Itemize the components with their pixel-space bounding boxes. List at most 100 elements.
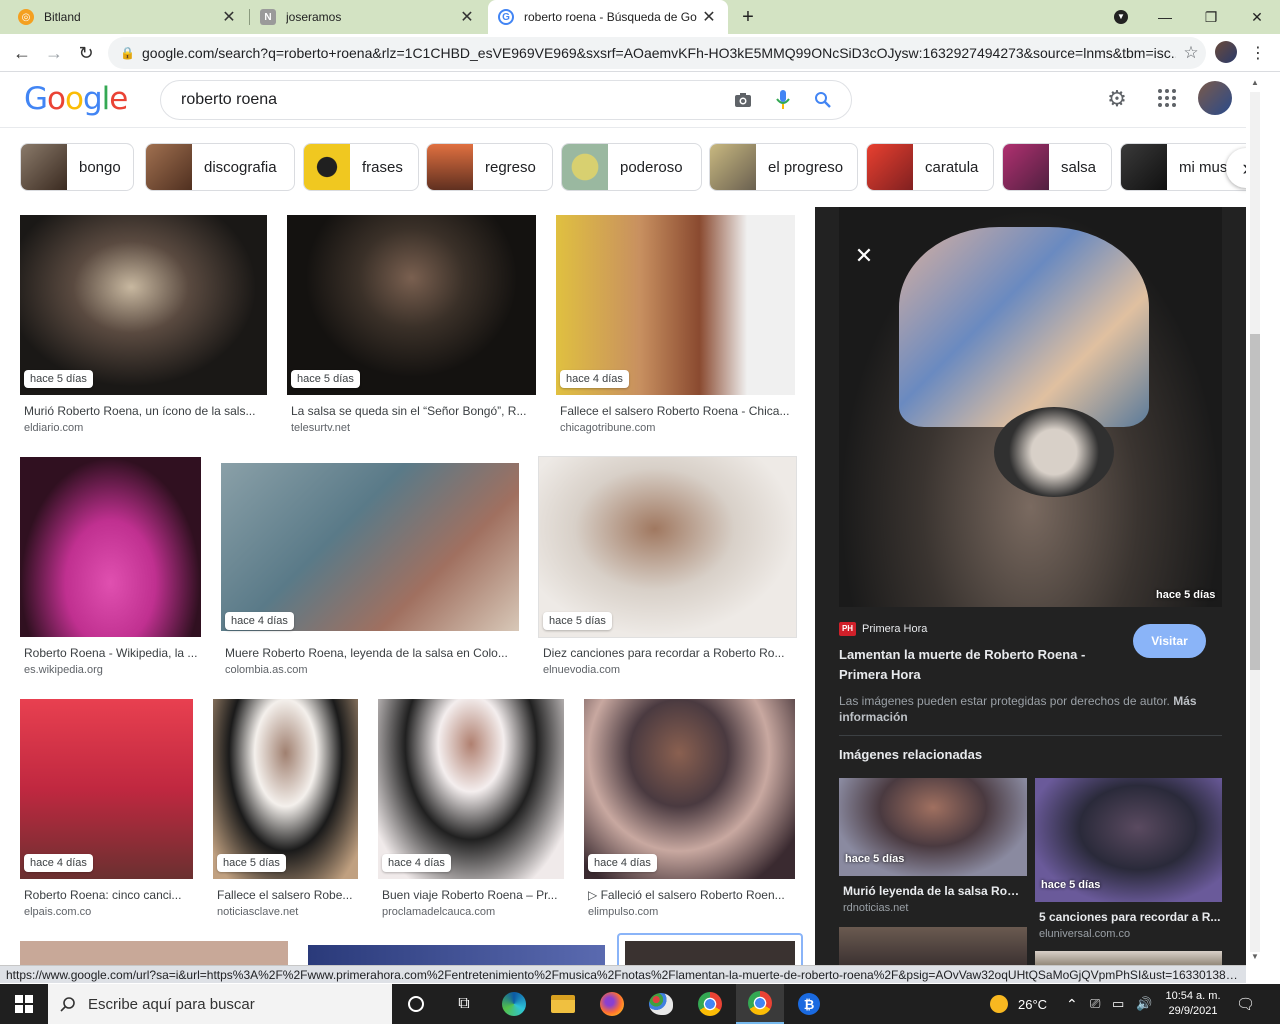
task-view-icon[interactable]: ⧉: [440, 984, 488, 1024]
network-icon[interactable]: ▭: [1112, 984, 1124, 1024]
chip-el-progreso[interactable]: el progreso: [709, 143, 858, 191]
result-title[interactable]: Diez canciones para recordar a Roberto R…: [543, 646, 793, 660]
result-image[interactable]: [20, 699, 193, 879]
result-image[interactable]: [584, 699, 795, 879]
apps-grid-icon[interactable]: [1155, 86, 1179, 110]
chip-frases[interactable]: frases: [303, 143, 419, 191]
page-scrollbar[interactable]: ▲ ▼: [1246, 72, 1280, 967]
tab-google-search[interactable]: G roberto roena - Búsqueda de Go ✕: [488, 0, 728, 34]
result-image[interactable]: [213, 699, 358, 879]
result-title[interactable]: ▷ Falleció el salsero Roberto Roen...: [588, 888, 793, 902]
result-image[interactable]: [378, 699, 564, 879]
taskbar-clock[interactable]: 10:54 a. m. 29/9/2021: [1160, 984, 1226, 1024]
reload-button[interactable]: ↻: [72, 39, 100, 67]
image-result[interactable]: hace 5 días Fallece el salsero Robe... n…: [213, 699, 358, 921]
related-image[interactable]: [839, 927, 1027, 967]
scroll-down-arrow[interactable]: ▼: [1250, 952, 1260, 961]
volume-icon[interactable]: 🔊: [1136, 984, 1152, 1024]
chip-salsa[interactable]: salsa: [1002, 143, 1112, 191]
bitcoin-wallet-icon[interactable]: ₿: [785, 984, 833, 1024]
preview-title[interactable]: Lamentan la muerte de Roberto Roena - Pr…: [839, 645, 1119, 685]
chrome-icon[interactable]: [686, 984, 734, 1024]
close-window-button[interactable]: ✕: [1234, 0, 1280, 34]
chip-regreso[interactable]: regreso: [426, 143, 553, 191]
camera-icon[interactable]: [723, 80, 763, 120]
result-image[interactable]: [539, 457, 796, 637]
result-image[interactable]: [556, 215, 795, 395]
related-title[interactable]: Murió leyenda de la salsa Robe...: [843, 884, 1025, 898]
tray-device-icon[interactable]: ⎚: [1090, 984, 1100, 1024]
tab-bitland[interactable]: ◎ Bitland ✕: [8, 0, 248, 34]
close-icon[interactable]: ✕: [849, 241, 879, 271]
result-title[interactable]: Murió Roberto Roena, un ícono de la sals…: [24, 404, 264, 418]
result-title[interactable]: Roberto Roena - Wikipedia, la ...: [24, 646, 200, 660]
visit-button[interactable]: Visitar: [1133, 624, 1206, 658]
scroll-up-arrow[interactable]: ▲: [1250, 78, 1260, 87]
minimize-button[interactable]: —: [1142, 0, 1188, 34]
chip-bongo[interactable]: bongo: [20, 143, 134, 191]
profile-avatar[interactable]: [1215, 41, 1237, 63]
chip-caratula[interactable]: caratula: [866, 143, 994, 191]
close-icon[interactable]: ✕: [700, 7, 718, 27]
file-explorer-icon[interactable]: [539, 984, 587, 1024]
image-result[interactable]: hace 5 días Diez canciones para recordar…: [539, 457, 796, 679]
result-image[interactable]: [221, 463, 519, 631]
image-result[interactable]: hace 4 días Buen viaje Roberto Roena – P…: [378, 699, 564, 921]
restore-button[interactable]: ❐: [1188, 0, 1234, 34]
related-result[interactable]: hace 5 días Murió leyenda de la salsa Ro…: [839, 778, 1027, 914]
result-title[interactable]: Muere Roberto Roena, leyenda de la salsa…: [225, 646, 515, 660]
image-result[interactable]: hace 5 días Murió Roberto Roena, un ícon…: [20, 215, 267, 437]
tab-search-icon[interactable]: ▼: [1098, 0, 1144, 34]
notification-icon[interactable]: 🗨: [1236, 984, 1255, 1024]
related-result[interactable]: hace 5 días 5 canciones para recordar a …: [1035, 778, 1222, 940]
new-tab-button[interactable]: +: [730, 0, 766, 34]
related-title[interactable]: 5 canciones para recordar a R...: [1039, 910, 1221, 924]
microphone-icon[interactable]: [763, 80, 803, 120]
account-avatar[interactable]: [1198, 81, 1232, 115]
selected-result-outline[interactable]: [617, 933, 803, 965]
preview-image[interactable]: [839, 207, 1222, 607]
browser-menu-icon[interactable]: ⋮: [1244, 39, 1272, 67]
image-result[interactable]: hace 4 días Muere Roberto Roena, leyenda…: [221, 463, 519, 679]
result-image[interactable]: [287, 215, 536, 395]
search-input[interactable]: roberto roena: [160, 80, 852, 120]
firefox-icon[interactable]: [588, 984, 636, 1024]
result-image[interactable]: [308, 945, 605, 965]
image-result[interactable]: hace 5 días La salsa se queda sin el “Se…: [287, 215, 536, 437]
chip-poderoso[interactable]: poderoso: [561, 143, 702, 191]
result-title[interactable]: Roberto Roena: cinco canci...: [24, 888, 192, 902]
source-name[interactable]: Primera Hora: [862, 623, 927, 635]
tray-chevron-up-icon[interactable]: ⌃: [1066, 984, 1078, 1024]
windows-start-icon[interactable]: [0, 984, 48, 1024]
forward-button[interactable]: →: [40, 39, 68, 67]
result-title[interactable]: Fallece el salsero Roberto Roena - Chica…: [560, 404, 792, 418]
result-image[interactable]: [20, 457, 201, 637]
result-title[interactable]: La salsa se queda sin el “Señor Bongó”, …: [291, 404, 531, 418]
chrome-active-icon[interactable]: [736, 984, 784, 1024]
image-result[interactable]: hace 4 días ▷ Falleció el salsero Robert…: [584, 699, 795, 921]
address-bar[interactable]: 🔒 google.com/search?q=roberto+roena&rlz=…: [108, 37, 1206, 69]
edge-icon[interactable]: [490, 984, 538, 1024]
result-image[interactable]: [625, 941, 795, 965]
taskbar-search-input[interactable]: Escribe aquí para buscar: [48, 984, 392, 1024]
google-logo[interactable]: Google: [24, 81, 128, 117]
close-icon[interactable]: ✕: [458, 7, 476, 27]
image-result[interactable]: Roberto Roena - Wikipedia, la ... es.wik…: [20, 457, 201, 679]
paint-icon[interactable]: [637, 984, 685, 1024]
image-result[interactable]: hace 4 días Fallece el salsero Roberto R…: [556, 215, 795, 437]
settings-gear-icon[interactable]: ⚙: [1104, 86, 1130, 112]
result-image[interactable]: [20, 215, 267, 395]
search-icon[interactable]: [803, 80, 843, 120]
result-title[interactable]: Buen viaje Roberto Roena – Pr...: [382, 888, 562, 902]
back-button[interactable]: ←: [8, 39, 36, 67]
result-title[interactable]: Fallece el salsero Robe...: [217, 888, 357, 902]
cortana-icon[interactable]: [392, 984, 440, 1024]
weather-widget[interactable]: 26°C: [990, 984, 1047, 1024]
tab-joseramos[interactable]: N joseramos ✕: [250, 0, 486, 34]
close-icon[interactable]: ✕: [220, 7, 238, 27]
chip-discografia[interactable]: discografia: [145, 143, 295, 191]
image-result[interactable]: hace 4 días Roberto Roena: cinco canci..…: [20, 699, 193, 921]
scrollbar-thumb[interactable]: [1250, 334, 1260, 670]
bookmark-star-icon[interactable]: ☆: [1176, 43, 1206, 63]
result-image[interactable]: [20, 941, 288, 965]
